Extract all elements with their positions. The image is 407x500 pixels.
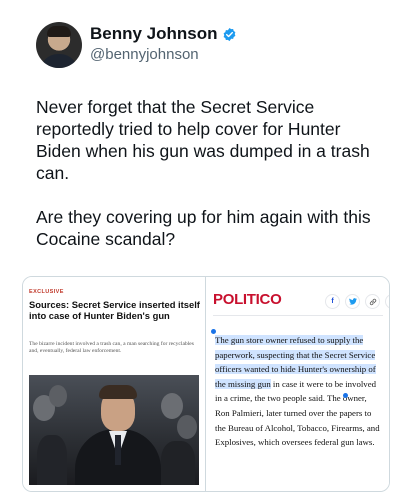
display-name-row[interactable]: Benny Johnson: [90, 24, 237, 44]
selection-handle-end[interactable]: [343, 393, 348, 398]
twitter-icon[interactable]: [345, 294, 360, 309]
tweet-text: Never forget that the Secret Service rep…: [36, 96, 376, 250]
facebook-icon[interactable]: f: [325, 294, 340, 309]
article-headline: Sources: Secret Service inserted itself …: [29, 299, 200, 321]
display-name[interactable]: Benny Johnson: [90, 24, 218, 44]
handle[interactable]: @bennyjohnson: [90, 46, 199, 63]
article-text: The gun store owner refused to supply th…: [215, 333, 383, 450]
avatar[interactable]: [36, 22, 82, 68]
exclusive-label: EXCLUSIVE: [29, 289, 64, 295]
divider: [213, 315, 383, 316]
link-icon[interactable]: [365, 294, 380, 309]
tweet-media[interactable]: EXCLUSIVE Sources: Secret Service insert…: [22, 276, 390, 492]
hunter-biden-photo: [29, 375, 199, 485]
politico-logo: POLITICO: [213, 291, 282, 308]
verified-badge-icon: [223, 27, 235, 41]
tweet-paragraph: Are they covering up for him again with …: [36, 207, 371, 249]
media-image-right[interactable]: POLITICO f The gun store owner refused t…: [207, 277, 389, 491]
tweet-paragraph: Never forget that the Secret Service rep…: [36, 97, 370, 183]
tweet-header: Benny Johnson @bennyjohnson: [36, 22, 376, 74]
article-dek: The bizarre incident involved a trash ca…: [29, 341, 194, 355]
more-icon[interactable]: [385, 294, 389, 309]
share-icons: f: [325, 294, 389, 309]
media-image-left[interactable]: EXCLUSIVE Sources: Secret Service insert…: [23, 277, 206, 491]
article-text-rest: in case it were to be involved in a crim…: [215, 378, 380, 448]
